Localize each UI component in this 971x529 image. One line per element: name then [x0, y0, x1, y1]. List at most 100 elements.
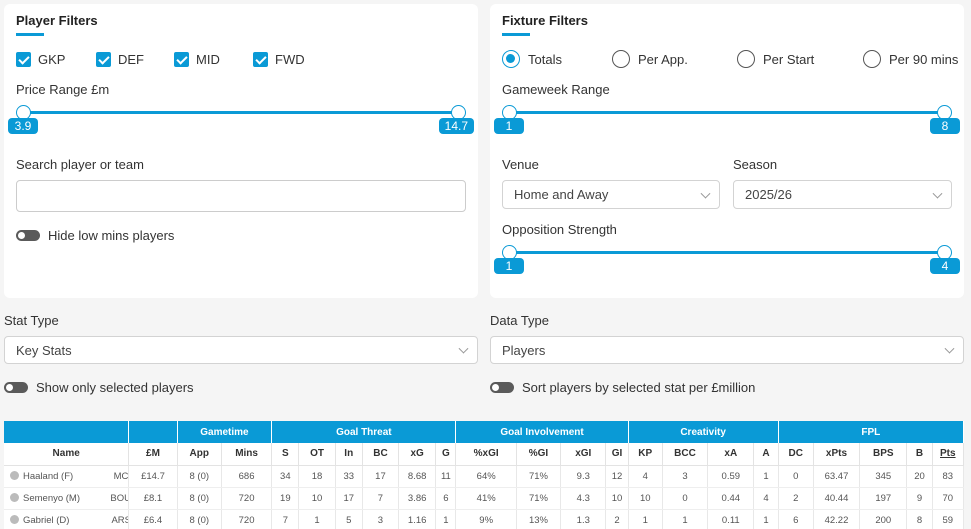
- season-select-value: 2025/26: [745, 187, 792, 202]
- table-row[interactable]: Semenyo (M)BOU£8.18 (0)72019101773.86641…: [4, 487, 965, 510]
- radio-per-start[interactable]: Per Start: [737, 50, 814, 68]
- column-header[interactable]: xG: [398, 443, 437, 466]
- table-row[interactable]: Gabriel (D)ARS£6.48 (0)72071531.1619%13%…: [4, 509, 965, 529]
- table-cell: 1: [753, 465, 779, 488]
- table-cell: 8 (0): [177, 465, 222, 488]
- table-cell: 8 (0): [177, 509, 222, 529]
- group-gametime: Gametime: [177, 421, 273, 443]
- radio-icon: [612, 50, 630, 68]
- column-header[interactable]: Mins: [221, 443, 273, 466]
- table-cell: 720: [221, 509, 273, 529]
- search-input[interactable]: [16, 180, 466, 212]
- select-check-icon[interactable]: [10, 514, 19, 524]
- toggle-label: Show only selected players: [36, 380, 194, 395]
- select-check-icon[interactable]: [10, 470, 19, 480]
- table-cell: £6.4: [128, 509, 178, 529]
- checkbox-fwd[interactable]: FWD: [253, 52, 305, 67]
- column-header[interactable]: £M: [128, 443, 178, 466]
- price-range-label: Price Range £m: [16, 82, 110, 97]
- column-header[interactable]: Pts: [932, 443, 965, 466]
- checkbox-def[interactable]: DEF: [96, 52, 144, 67]
- table-cell: 63.47: [813, 465, 861, 488]
- column-header[interactable]: xA: [707, 443, 755, 466]
- table-row[interactable]: Haaland (F)MCI£14.78 (0)686341833178.681…: [4, 465, 965, 488]
- table-cell: 40.44: [813, 487, 861, 510]
- table-cell: 2: [605, 509, 629, 529]
- table-cell: 59: [932, 509, 965, 529]
- gw-max-badge: 8: [930, 118, 960, 134]
- fixture-filters-title: Fixture Filters: [502, 13, 588, 36]
- player-name: Gabriel (D): [23, 514, 70, 526]
- player-name-cell[interactable]: Semenyo (M) BOU: [4, 487, 130, 510]
- table-cell: 7: [271, 509, 300, 529]
- player-name: Semenyo (M): [23, 492, 81, 504]
- checkbox-gkp[interactable]: GKP: [16, 52, 65, 67]
- venue-select[interactable]: Home and Away: [502, 180, 720, 209]
- checkbox-mid[interactable]: MID: [174, 52, 220, 67]
- column-header[interactable]: GI: [605, 443, 629, 466]
- column-header[interactable]: A: [753, 443, 779, 466]
- price-min-badge: 3.9: [8, 118, 38, 134]
- data-type-select[interactable]: Players: [490, 336, 964, 364]
- table-cell: 1: [628, 509, 663, 529]
- season-select[interactable]: 2025/26: [733, 180, 952, 209]
- column-header[interactable]: Name: [4, 443, 130, 466]
- slider-track: [509, 111, 945, 114]
- price-range-slider[interactable]: 3.9 14.7: [8, 105, 474, 136]
- radio-totals[interactable]: Totals: [502, 50, 562, 68]
- column-header[interactable]: xGI: [560, 443, 607, 466]
- column-header[interactable]: BCC: [662, 443, 709, 466]
- player-team: ARS: [111, 514, 127, 526]
- column-header[interactable]: BPS: [859, 443, 908, 466]
- select-check-icon[interactable]: [10, 492, 19, 502]
- season-label: Season: [733, 157, 778, 172]
- player-name-cell[interactable]: Gabriel (D) ARS: [4, 509, 130, 529]
- checkbox-label: FWD: [275, 52, 305, 67]
- radio-per-app[interactable]: Per App.: [612, 50, 688, 68]
- group-goal-involvement: Goal Involvement: [455, 421, 629, 443]
- column-header[interactable]: In: [335, 443, 363, 466]
- table-cell: 1: [662, 509, 709, 529]
- player-filters-card: Player Filters GKP DEF MID FWD Price Ran…: [4, 4, 478, 298]
- column-header[interactable]: B: [906, 443, 933, 466]
- column-header[interactable]: S: [271, 443, 300, 466]
- column-header[interactable]: DC: [778, 443, 814, 466]
- table-cell: 2: [778, 487, 814, 510]
- column-header[interactable]: App: [177, 443, 222, 466]
- column-header[interactable]: %xGI: [455, 443, 517, 466]
- player-name-cell[interactable]: Haaland (F) MCI: [4, 465, 130, 488]
- table-cell: 10: [605, 487, 629, 510]
- hide-low-mins-toggle[interactable]: Hide low mins players: [16, 228, 174, 243]
- column-header[interactable]: OT: [298, 443, 336, 466]
- toggle-label: Hide low mins players: [48, 228, 175, 243]
- sort-per-million-toggle[interactable]: Sort players by selected stat per £milli…: [490, 380, 755, 395]
- opposition-strength-slider[interactable]: 1 4: [494, 245, 960, 276]
- radio-label: Per Start: [763, 51, 815, 67]
- table-cell: 64%: [455, 465, 517, 488]
- column-header[interactable]: %GI: [516, 443, 562, 466]
- slider-track: [23, 111, 459, 114]
- table-cell: 1.16: [398, 509, 437, 529]
- stat-type-select[interactable]: Key Stats: [4, 336, 478, 364]
- radio-per-90[interactable]: Per 90 mins: [863, 50, 958, 68]
- venue-select-value: Home and Away: [514, 187, 609, 202]
- chevron-down-icon: [700, 188, 711, 199]
- table-cell: 0.59: [707, 465, 755, 488]
- radio-selected-icon: [502, 50, 520, 68]
- column-header[interactable]: xPts: [813, 443, 861, 466]
- gameweek-range-slider[interactable]: 1 8: [494, 105, 960, 136]
- data-type-label: Data Type: [490, 313, 550, 328]
- table-cell: 42.22: [813, 509, 861, 529]
- table-cell: 8.68: [398, 465, 437, 488]
- chevron-down-icon: [932, 188, 943, 199]
- opp-max-badge: 4: [930, 258, 960, 274]
- table-cell: £14.7: [128, 465, 178, 488]
- column-header[interactable]: BC: [362, 443, 400, 466]
- checkbox-label: DEF: [118, 52, 144, 67]
- show-selected-toggle[interactable]: Show only selected players: [4, 380, 194, 395]
- table-cell: 83: [932, 465, 965, 488]
- column-header[interactable]: G: [435, 443, 457, 466]
- checkbox-icon: [253, 52, 268, 67]
- player-name: Haaland (F): [23, 470, 74, 482]
- column-header[interactable]: KP: [628, 443, 663, 466]
